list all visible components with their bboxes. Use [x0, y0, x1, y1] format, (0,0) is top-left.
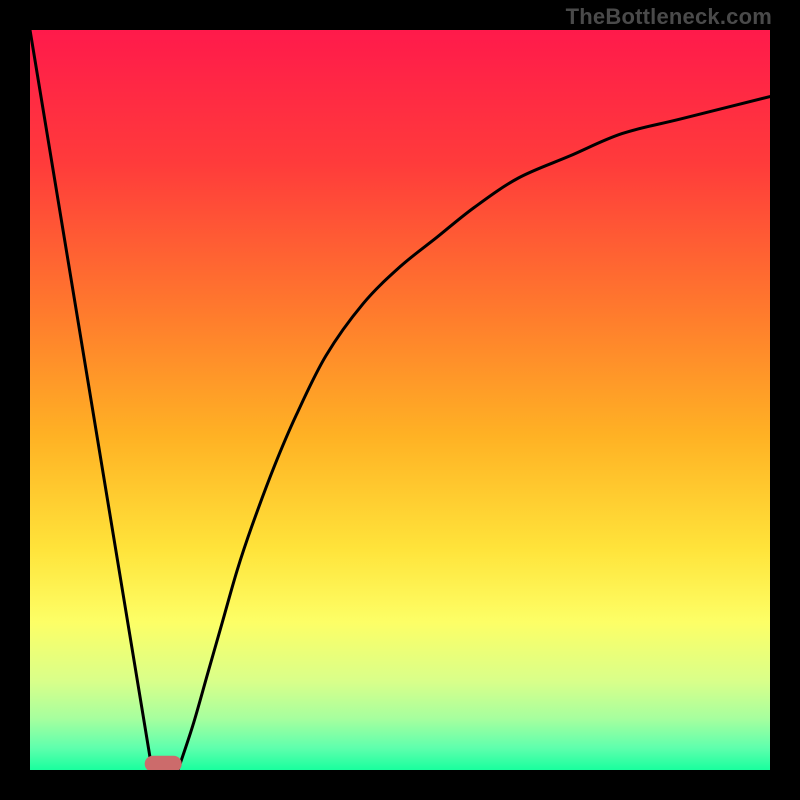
minimum-marker [145, 756, 182, 770]
gradient-background [30, 30, 770, 770]
chart-frame: TheBottleneck.com [0, 0, 800, 800]
watermark-text: TheBottleneck.com [566, 4, 772, 30]
plot-area [30, 30, 770, 770]
bottleneck-chart [30, 30, 770, 770]
